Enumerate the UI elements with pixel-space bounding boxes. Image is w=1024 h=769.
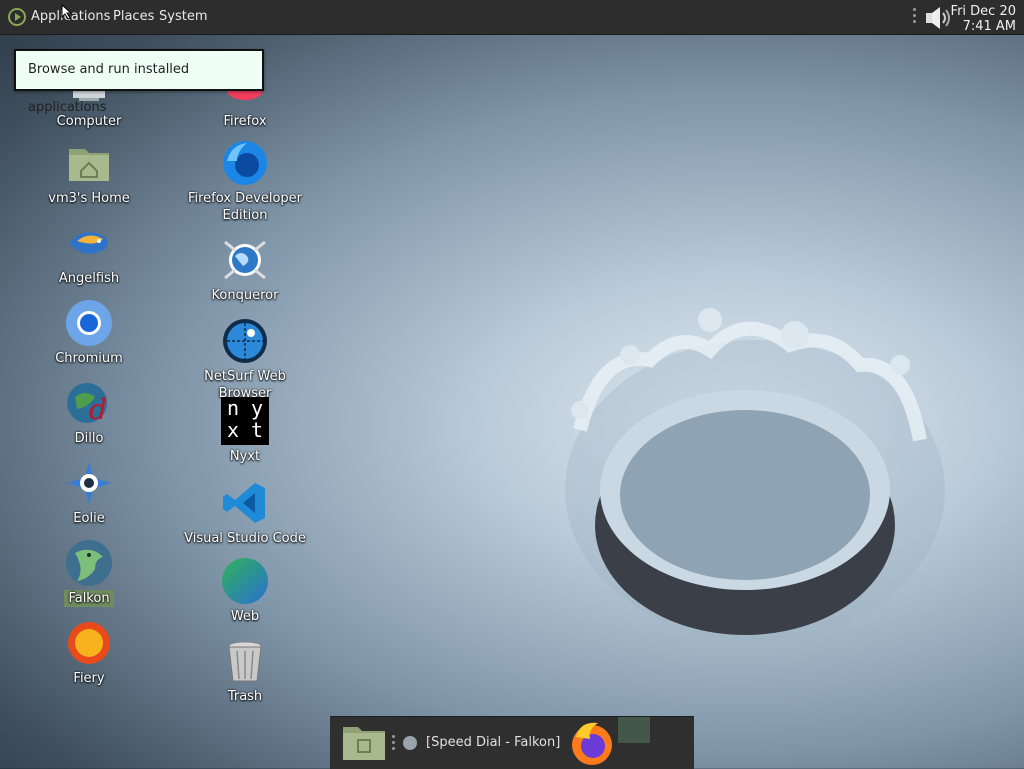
desktop-icon-nyxt[interactable]: n y x t Nyxt	[180, 397, 310, 465]
desktop-icon-firefox-developer[interactable]: Firefox Developer Edition	[180, 139, 310, 224]
dillo-icon: d	[67, 383, 107, 426]
desktop-icon-label: Angelfish	[58, 271, 120, 286]
desktop-icon-label: Trash	[227, 689, 263, 704]
bottom-panel: [Speed Dial - Falkon]	[330, 716, 694, 769]
desktop-icon-konqueror[interactable]: Konqueror	[180, 236, 310, 304]
desktop-icon-trash[interactable]: Trash	[180, 637, 310, 705]
firefox-launcher-icon[interactable]	[568, 719, 616, 767]
desktop-icon-chromium[interactable]: Chromium	[24, 299, 154, 367]
desktop-icon-label: Firefox Developer	[187, 191, 303, 206]
volume-icon[interactable]	[922, 3, 954, 33]
desktop-icon-label-line2: Edition	[222, 208, 268, 223]
desktop-icon-netsurf[interactable]: NetSurf Web Browser	[180, 317, 310, 402]
desktop-icon-label: Chromium	[55, 351, 123, 366]
tooltip: Browse and run installed applications	[14, 49, 264, 115]
clock-time: 7:41 AM	[962, 19, 1016, 34]
svg-text:d: d	[89, 393, 107, 426]
workspace-switcher[interactable]	[618, 717, 650, 743]
desktop-icon-vscode[interactable]: Visual Studio Code	[180, 479, 310, 547]
clock[interactable]: Fri Dec 20 7:41 AM	[951, 4, 1016, 34]
desktop-icon-label: Dillo	[74, 431, 104, 446]
desktop-icon-angelfish[interactable]: Angelfish	[24, 219, 154, 287]
clock-date: Fri Dec 20	[950, 4, 1016, 19]
firefox-developer-icon	[223, 141, 267, 185]
desktop-icon-label: vm3's Home	[48, 191, 130, 206]
falkon-icon	[66, 540, 112, 586]
netsurf-icon	[223, 319, 267, 363]
desktop-icon-label: Firefox	[223, 114, 267, 129]
desktop-icon-label: Visual Studio Code	[184, 531, 306, 546]
desktop-icon-eolie[interactable]: Eolie	[24, 459, 154, 527]
desktop-icon-label: Konqueror	[211, 288, 279, 303]
fiery-icon	[68, 622, 110, 664]
chromium-icon	[66, 300, 112, 346]
top-panel: Applications Places System Fri Dec 20 7:…	[0, 0, 1024, 35]
falkon-task-icon	[403, 736, 417, 750]
desktop-icon-home[interactable]: vm3's Home	[24, 139, 154, 207]
desktop-icon-web[interactable]: Web	[180, 557, 310, 625]
eolie-icon	[67, 461, 111, 505]
desktop-icon-dillo[interactable]: d Dillo	[24, 379, 154, 447]
desktop-icon-label: Fiery	[73, 671, 105, 686]
desktop-icon-label: Eolie	[73, 511, 105, 526]
vscode-icon	[223, 483, 265, 523]
konqueror-icon	[224, 240, 266, 280]
web-icon	[222, 558, 268, 604]
taskbar-item-speed-dial-falkon[interactable]: [Speed Dial - Falkon]	[426, 735, 560, 750]
desktop-icon-fiery[interactable]: Fiery	[24, 619, 154, 687]
desktop-icon-label-selected: Falkon	[64, 590, 114, 607]
desktop-icon-falkon[interactable]: Falkon	[24, 539, 154, 607]
wallpaper-splash	[565, 308, 945, 640]
desktop-icon-label: Nyxt	[229, 449, 261, 464]
task-drag-handle[interactable]	[392, 735, 396, 750]
mate-menu-icon[interactable]	[7, 7, 27, 27]
mouse-cursor-icon	[61, 4, 73, 20]
places-menu[interactable]: Places	[113, 9, 154, 24]
angelfish-icon	[69, 232, 108, 254]
show-desktop-icon[interactable]	[342, 723, 386, 761]
system-menu[interactable]: System	[159, 9, 207, 24]
home-folder-icon	[69, 149, 109, 181]
nyxt-icon: n y x t	[221, 397, 269, 445]
trash-icon	[228, 641, 262, 682]
panel-drag-handle[interactable]	[913, 8, 917, 26]
desktop-icon-label: Web	[230, 609, 260, 624]
